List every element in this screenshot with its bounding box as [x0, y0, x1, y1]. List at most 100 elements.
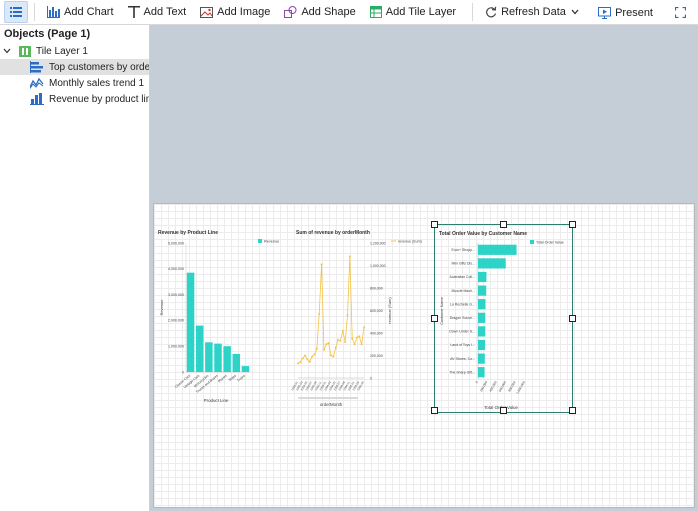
resize-handle[interactable]: [569, 315, 576, 322]
add-tile-layer-label: Add Tile Layer: [385, 6, 457, 18]
data-point: [301, 357, 304, 360]
objects-panel-title: Objects (Page 1): [4, 28, 91, 40]
legend-label: Revenue: [264, 240, 279, 244]
scrollbar: [298, 397, 358, 399]
series-line: [297, 256, 365, 364]
add-shape-label: Add Shape: [301, 6, 356, 18]
x-axis-label: Product Line: [204, 398, 229, 403]
toolbar-separator: [34, 3, 35, 21]
data-point: [351, 337, 354, 340]
chevron-down-icon[interactable]: [3, 48, 11, 54]
tree-item-monthly-sales[interactable]: Monthly sales trend 1: [0, 75, 149, 91]
tree-item-tile-layer[interactable]: Tile Layer 1: [0, 43, 149, 59]
refresh-data-label: Refresh Data: [501, 6, 566, 18]
add-image-button[interactable]: Add Image: [196, 1, 274, 23]
add-chart-label: Add Chart: [64, 6, 114, 18]
tree-item-top-customers[interactable]: Top customers by order: [0, 59, 149, 75]
tree-item-label: Revenue by product lin: [49, 93, 149, 105]
data-point: [330, 354, 332, 357]
fullscreen-button[interactable]: [671, 2, 694, 24]
resize-handle[interactable]: [431, 407, 438, 414]
tree-item-label: Monthly sales trend 1: [49, 77, 145, 89]
data-point: [332, 355, 335, 358]
y-axis-label: revenue (Sum): [387, 297, 392, 324]
resize-handle[interactable]: [569, 221, 576, 228]
toolbar-right: Present: [594, 0, 698, 25]
y-tick-label: 5,000,000: [168, 241, 184, 245]
x-tick-label: Ships: [228, 374, 237, 383]
y-tick-label: 1,200,000: [370, 241, 386, 245]
add-tile-layer-button[interactable]: Add Tile Layer: [366, 1, 460, 23]
resize-handle[interactable]: [569, 407, 576, 414]
data-point: [327, 342, 330, 345]
data-point: [346, 314, 349, 316]
data-point: [334, 346, 337, 349]
refresh-icon: [486, 6, 497, 18]
data-point: [320, 263, 323, 266]
objects-list-toggle-button[interactable]: [4, 1, 28, 23]
y-axis-label: Revenue: [159, 299, 164, 316]
resize-handle[interactable]: [431, 221, 438, 228]
data-point: [297, 362, 299, 365]
y-tick-label: 3,000,000: [168, 293, 184, 297]
data-point: [341, 329, 344, 332]
y-tick-label: 1,000,000: [370, 264, 386, 268]
shape-icon: [284, 6, 297, 18]
chart-title: Revenue by Product Line: [158, 230, 218, 236]
toolbar-separator: [472, 3, 474, 21]
y-tick-label: 0: [370, 376, 372, 380]
data-point: [304, 354, 307, 357]
add-shape-button[interactable]: Add Shape: [280, 1, 359, 23]
chart-title: Sum of revenue by orderMonth: [296, 230, 370, 236]
data-point: [325, 343, 328, 346]
y-tick-label: 0: [182, 370, 184, 374]
resize-handle[interactable]: [431, 315, 438, 322]
bar: [241, 366, 250, 372]
present-icon: [598, 6, 612, 19]
tile-layer-icon: [19, 45, 31, 57]
data-point: [363, 326, 365, 329]
fullscreen-icon: [675, 7, 686, 18]
bar: [205, 342, 213, 372]
image-icon: [200, 6, 214, 18]
refresh-data-button[interactable]: Refresh Data: [481, 1, 587, 23]
bar: [214, 343, 222, 372]
bar: [186, 272, 195, 372]
data-point: [299, 361, 302, 364]
tree-item-revenue-by-product[interactable]: Revenue by product lin: [0, 91, 149, 107]
tree-item-label: Tile Layer 1: [36, 45, 88, 57]
chevron-down-icon: [571, 9, 579, 15]
chart-svg: Sum of revenue by orderMonth revenue (Sum…: [290, 230, 422, 407]
bar-horizontal-icon: [30, 61, 43, 73]
bar: [232, 353, 241, 372]
data-point: [315, 347, 318, 350]
present-label: Present: [615, 6, 653, 19]
add-image-label: Add Image: [217, 6, 271, 18]
resize-handle[interactable]: [500, 407, 507, 414]
chart-selection-box[interactable]: [434, 224, 573, 413]
report-page: Revenue by Product Line Revenue 0 1,000,000…: [153, 203, 695, 508]
resize-handle[interactable]: [500, 221, 507, 228]
revenue-by-product-line-chart[interactable]: Revenue by Product Line Revenue 0 1,000,000…: [156, 228, 288, 414]
line-chart-icon: [30, 77, 44, 89]
legend-label: revenue (Sum): [398, 240, 422, 244]
data-point: [339, 339, 342, 342]
x-tick-label: Planes: [217, 374, 228, 384]
data-point: [348, 255, 351, 258]
y-tick-label: 200,000: [370, 354, 383, 358]
add-text-button[interactable]: Add Text: [124, 1, 191, 23]
text-icon: [127, 6, 140, 18]
data-point: [313, 353, 316, 356]
y-tick-label: 600,000: [370, 309, 383, 313]
present-button[interactable]: Present: [594, 2, 657, 24]
y-tick-label: 1,000,000: [168, 345, 184, 349]
monthly-sales-trend-chart[interactable]: Sum of revenue by orderMonth revenue (Sum…: [290, 228, 431, 414]
add-chart-button[interactable]: Add Chart: [43, 1, 118, 23]
bar-vertical-icon: [30, 93, 44, 105]
y-tick-label: 400,000: [370, 331, 383, 335]
canvas-area: Revenue by Product Line Revenue 0 1,000,000…: [150, 25, 698, 511]
add-text-label: Add Text: [143, 6, 187, 18]
toolbar: Add Chart Add Text Add Image Add Shape A…: [0, 0, 698, 25]
data-point: [322, 348, 325, 351]
data-point: [306, 358, 309, 361]
